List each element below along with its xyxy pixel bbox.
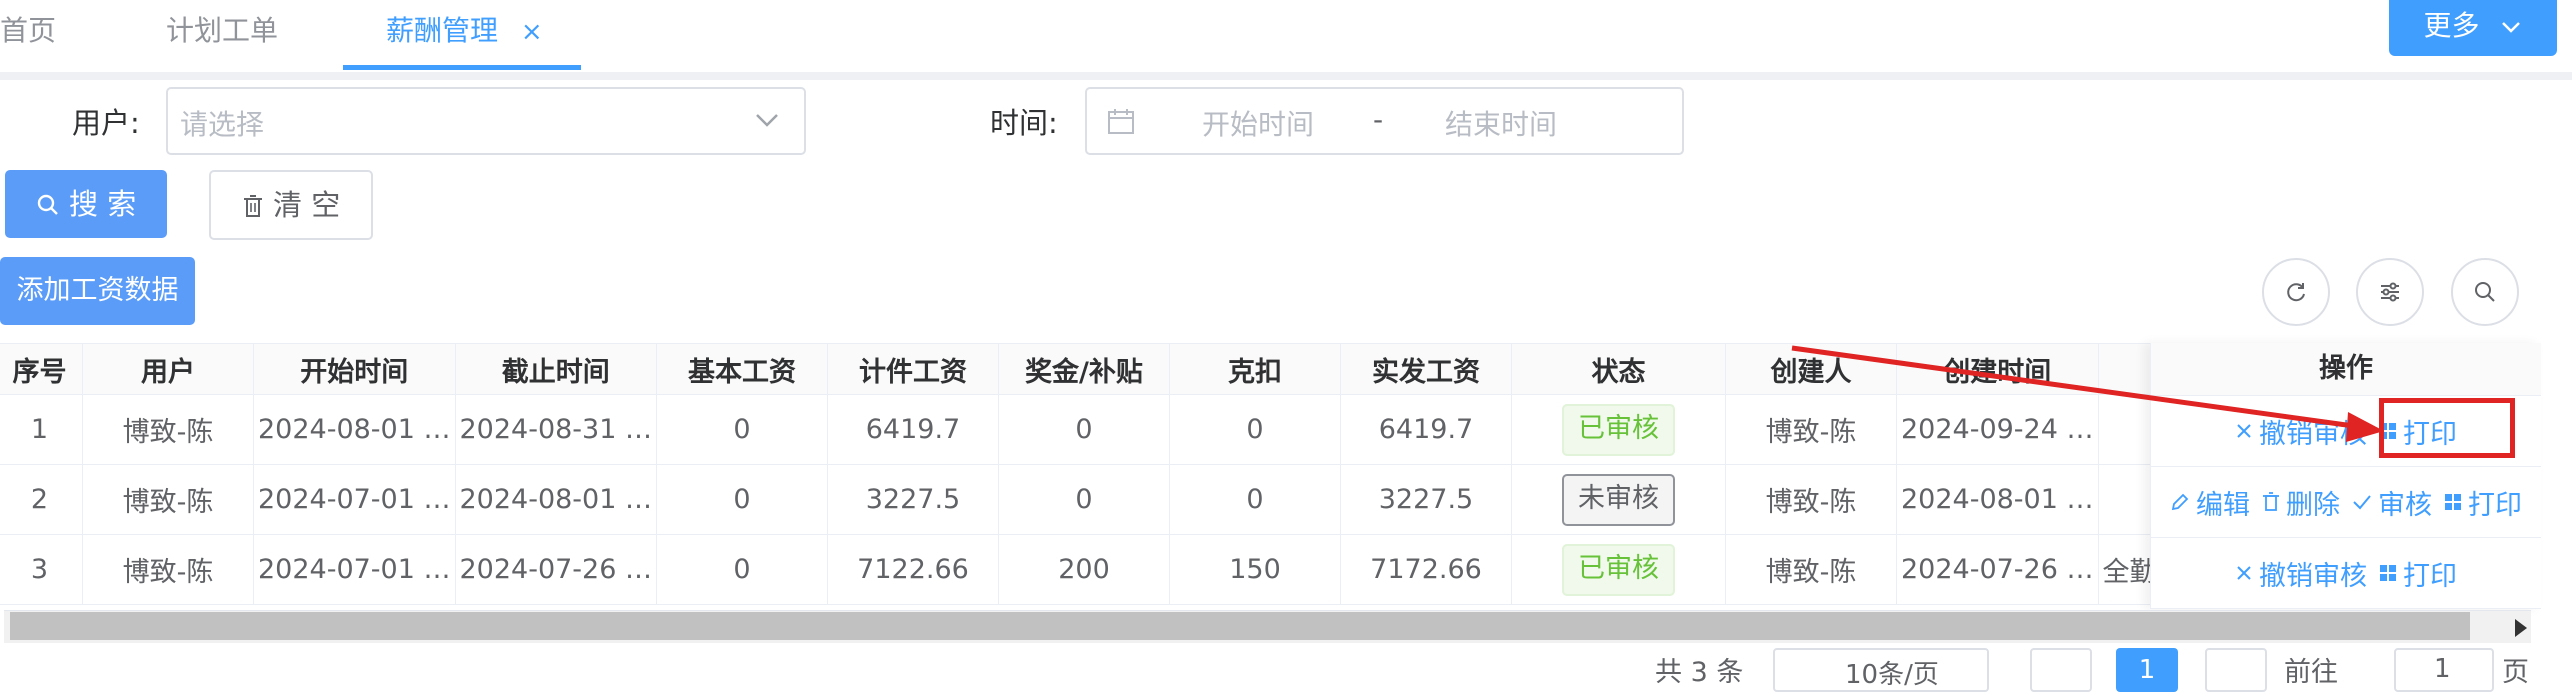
page-size-select[interactable]: 10条/页 bbox=[1773, 648, 1989, 692]
goto-label: 前往 bbox=[2284, 657, 2338, 688]
prev-page-button[interactable] bbox=[2030, 648, 2092, 692]
annotation-highlight-box bbox=[2379, 398, 2515, 458]
goto-page-value: 1 bbox=[2434, 654, 2451, 684]
pagination-total: 共 3 条 bbox=[1655, 657, 1744, 688]
page-unit-label: 页 bbox=[2502, 657, 2529, 688]
annotation-arrow bbox=[1791, 345, 2384, 442]
next-page-button[interactable] bbox=[2205, 648, 2267, 692]
page-number-current[interactable]: 1 bbox=[2116, 648, 2178, 692]
goto-page-input[interactable]: 1 bbox=[2394, 648, 2494, 692]
